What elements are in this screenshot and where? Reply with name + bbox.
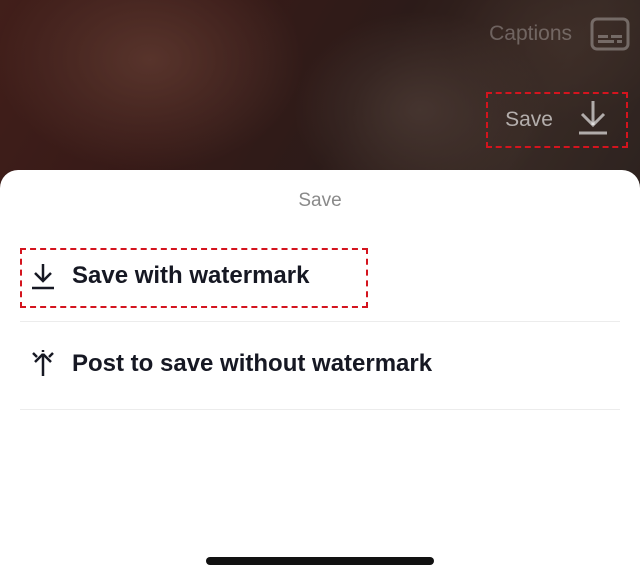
download-icon [577,99,609,142]
captions-label: Captions [489,22,572,45]
video-save-button[interactable]: Save [486,92,628,148]
save-bottom-sheet: Save Save with watermark Post to save wi… [0,170,640,578]
option-label: Post to save without watermark [72,350,433,377]
option-label: Save with watermark [72,262,310,289]
captions-button[interactable]: Captions [489,14,630,54]
save-with-watermark-option[interactable]: Save with watermark [20,232,620,320]
home-indicator [206,557,434,565]
download-icon [28,261,58,291]
captions-icon [590,17,630,51]
post-to-save-option[interactable]: Post to save without watermark [20,320,620,408]
video-save-label: Save [505,108,553,131]
spark-icon [28,349,58,379]
sheet-title: Save [298,190,342,211]
divider [20,409,620,410]
